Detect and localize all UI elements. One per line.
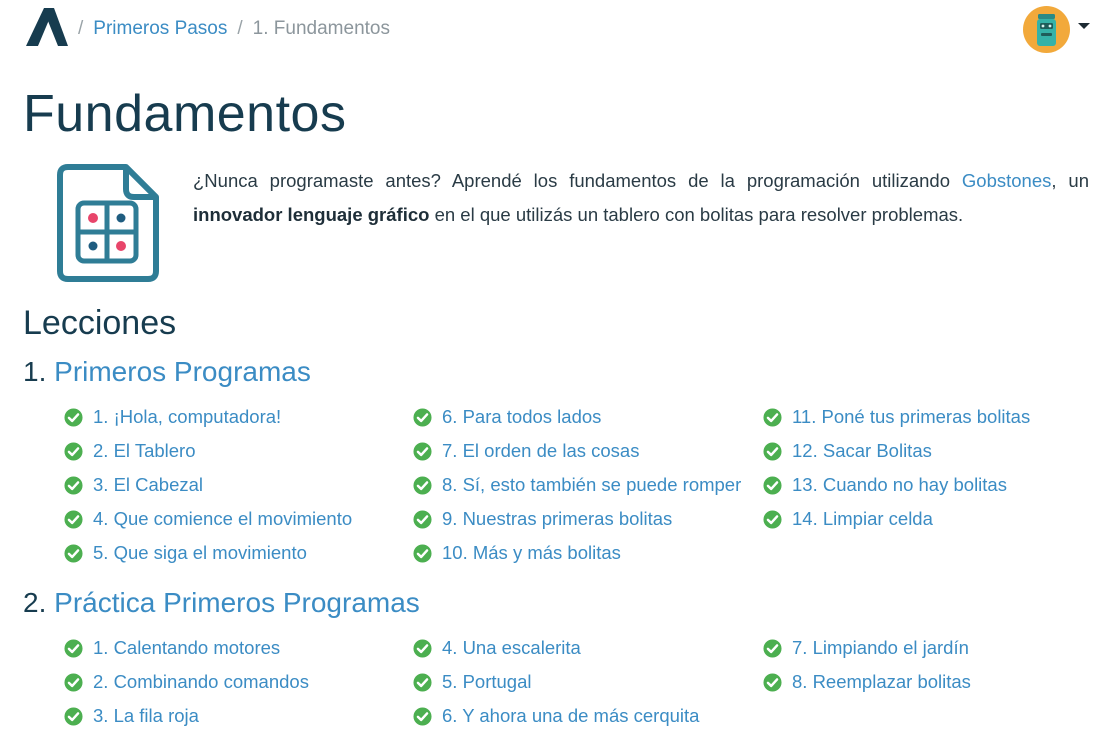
exercise-label[interactable]: 6. Y ahora una de más cerquita [442, 705, 699, 727]
exercise-label[interactable]: 14. Limpiar celda [792, 508, 933, 530]
chapter-link[interactable]: Primeros Programas [54, 356, 311, 387]
exercise-item[interactable]: 2. Combinando comandos [64, 670, 309, 694]
mumuki-logo-icon[interactable] [24, 4, 70, 48]
exercise-label[interactable]: 5. Que siga el movimiento [93, 542, 307, 564]
exercise-label[interactable]: 3. El Cabezal [93, 474, 203, 496]
breadcrumb-primeros-pasos[interactable]: Primeros Pasos [93, 18, 227, 40]
exercise-item[interactable]: 1. ¡Hola, computadora! [64, 405, 281, 429]
check-circle-icon [64, 638, 83, 658]
check-circle-icon [763, 509, 782, 529]
breadcrumb: / Primeros Pasos / 1. Fundamentos [78, 17, 390, 41]
exercise-item[interactable]: 4. Que comience el movimiento [64, 507, 352, 531]
chapter-number: 1. [23, 356, 47, 387]
exercise-label[interactable]: 2. El Tablero [93, 440, 196, 462]
exercise-item[interactable]: 11. Poné tus primeras bolitas [763, 405, 1030, 429]
intro-text: ¿Nunca programaste antes? Aprendé los fu… [193, 170, 962, 191]
exercise-item[interactable]: 7. El orden de las cosas [413, 439, 639, 463]
breadcrumb-current: 1. Fundamentos [252, 18, 390, 39]
check-circle-icon [413, 407, 432, 427]
page-title: Fundamentos [23, 85, 347, 143]
intro-text: en el que utilizás un tablero con bolita… [429, 204, 964, 225]
exercise-item[interactable]: 6. Y ahora una de más cerquita [413, 704, 699, 728]
check-circle-icon [413, 441, 432, 461]
check-circle-icon [413, 672, 432, 692]
chapter-link[interactable]: Práctica Primeros Programas [54, 587, 420, 618]
check-circle-icon [64, 407, 83, 427]
check-circle-icon [64, 543, 83, 563]
check-circle-icon [64, 475, 83, 495]
check-circle-icon [413, 475, 432, 495]
exercise-item[interactable]: 9. Nuestras primeras bolitas [413, 507, 672, 531]
exercise-label[interactable]: 4. Una escalerita [442, 637, 581, 659]
exercise-label[interactable]: 8. Reemplazar bolitas [792, 671, 971, 693]
breadcrumb-separator: / [78, 18, 84, 39]
check-circle-icon [763, 475, 782, 495]
exercise-item[interactable]: 3. La fila roja [64, 704, 199, 728]
exercise-label[interactable]: 2. Combinando comandos [93, 671, 309, 693]
exercise-label[interactable]: 6. Para todos lados [442, 406, 601, 428]
exercise-item[interactable]: 1. Calentando motores [64, 636, 280, 660]
check-circle-icon [64, 441, 83, 461]
top-bar: / Primeros Pasos / 1. Fundamentos [0, 0, 1112, 58]
avatar[interactable] [1023, 6, 1070, 53]
exercise-item[interactable]: 3. El Cabezal [64, 473, 203, 497]
exercise-item[interactable]: 7. Limpiando el jardín [763, 636, 969, 660]
chapter-number: 2. [23, 587, 47, 618]
check-circle-icon [413, 543, 432, 563]
exercise-item[interactable]: 13. Cuando no hay bolitas [763, 473, 1007, 497]
exercise-item[interactable]: 5. Portugal [413, 670, 531, 694]
intro-paragraph: ¿Nunca programaste antes? Aprendé los fu… [193, 164, 1089, 232]
exercise-label[interactable]: 12. Sacar Bolitas [792, 440, 932, 462]
intro-bold-text: innovador lenguaje gráfico [193, 204, 430, 225]
exercise-label[interactable]: 4. Que comience el movimiento [93, 508, 352, 530]
exercise-label[interactable]: 8. Sí, esto también se puede romper [442, 474, 741, 496]
exercise-label[interactable]: 7. El orden de las cosas [442, 440, 639, 462]
exercise-label[interactable]: 13. Cuando no hay bolitas [792, 474, 1007, 496]
exercise-label[interactable]: 7. Limpiando el jardín [792, 637, 969, 659]
exercise-label[interactable]: 1. Calentando motores [93, 637, 280, 659]
chapter-title: 1. Primeros Programas [23, 356, 311, 388]
check-circle-icon [763, 672, 782, 692]
exercise-label[interactable]: 11. Poné tus primeras bolitas [792, 406, 1030, 428]
exercise-item[interactable]: 10. Más y más bolitas [413, 541, 621, 565]
exercise-label[interactable]: 9. Nuestras primeras bolitas [442, 508, 672, 530]
gobstones-link[interactable]: Gobstones [962, 170, 1051, 191]
exercise-item[interactable]: 2. El Tablero [64, 439, 196, 463]
lessons-heading: Lecciones [23, 304, 177, 342]
check-circle-icon [763, 638, 782, 658]
exercise-label[interactable]: 10. Más y más bolitas [442, 542, 621, 564]
exercise-item[interactable]: 5. Que siga el movimiento [64, 541, 307, 565]
gobstones-board-icon [57, 164, 159, 282]
check-circle-icon [413, 509, 432, 529]
exercise-label[interactable]: 1. ¡Hola, computadora! [93, 406, 281, 428]
check-circle-icon [64, 672, 83, 692]
check-circle-icon [413, 706, 432, 726]
exercise-item[interactable]: 8. Sí, esto también se puede romper [413, 473, 741, 497]
check-circle-icon [64, 706, 83, 726]
exercise-item[interactable]: 8. Reemplazar bolitas [763, 670, 971, 694]
intro-text: , un [1051, 170, 1090, 191]
exercise-item[interactable]: 12. Sacar Bolitas [763, 439, 932, 463]
exercise-item[interactable]: 6. Para todos lados [413, 405, 601, 429]
check-circle-icon [413, 638, 432, 658]
check-circle-icon [763, 407, 782, 427]
exercise-item[interactable]: 14. Limpiar celda [763, 507, 933, 531]
breadcrumb-separator: / [237, 18, 243, 39]
chapter-title: 2. Práctica Primeros Programas [23, 587, 420, 619]
robot-avatar-icon [1037, 14, 1056, 46]
exercise-item[interactable]: 4. Una escalerita [413, 636, 581, 660]
user-menu-caret-icon[interactable] [1078, 23, 1090, 29]
exercise-label[interactable]: 5. Portugal [442, 671, 531, 693]
exercise-label[interactable]: 3. La fila roja [93, 705, 199, 727]
check-circle-icon [763, 441, 782, 461]
check-circle-icon [64, 509, 83, 529]
